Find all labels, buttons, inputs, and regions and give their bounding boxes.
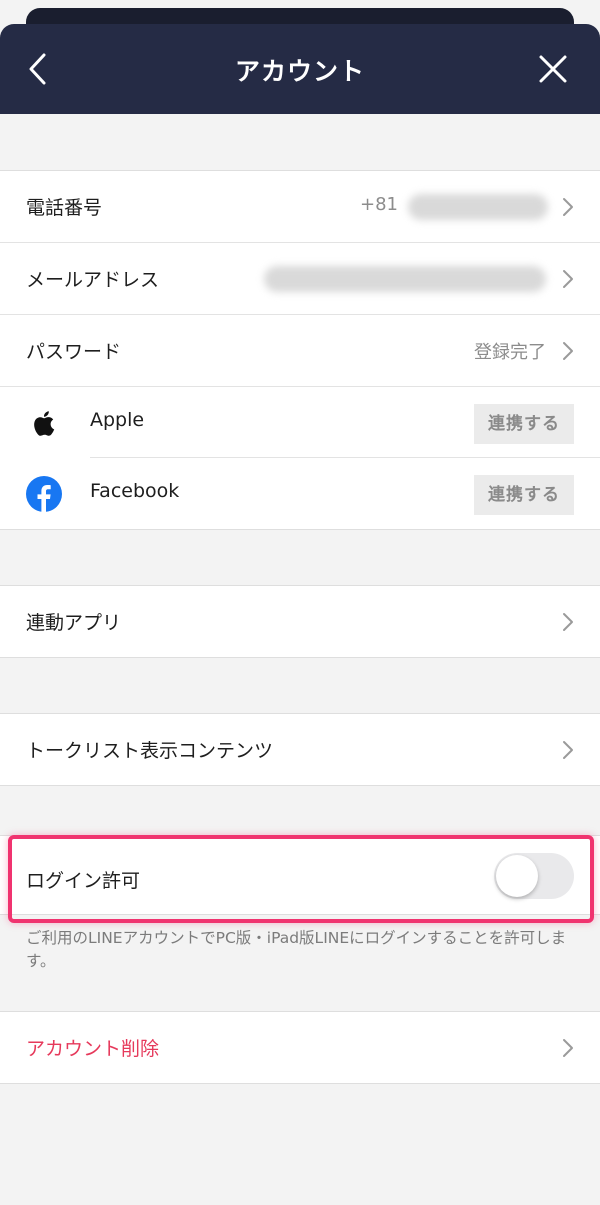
talk-list-content-label: トークリスト表示コンテンツ — [26, 740, 274, 762]
facebook-link-button[interactable]: 連携する — [474, 475, 574, 515]
linked-apps-row[interactable]: 連動アプリ — [0, 586, 600, 657]
apple-logo-icon — [34, 411, 55, 436]
delete-account-label: アカウント削除 — [26, 1038, 160, 1060]
linked-apps-group: 連動アプリ — [0, 585, 600, 658]
password-status: 登録完了 — [474, 342, 546, 363]
password-row[interactable]: パスワード 登録完了 — [0, 315, 600, 387]
email-label: メールアドレス — [26, 269, 160, 291]
chevron-right-icon — [563, 1039, 573, 1057]
phone-number-prefix: +81 — [360, 194, 398, 215]
highlight-box — [8, 835, 594, 923]
phone-number-row[interactable]: 電話番号 +81 — [0, 171, 600, 243]
facebook-label: Facebook — [90, 480, 180, 502]
delete-account-group: アカウント削除 — [0, 1011, 600, 1084]
chevron-right-icon — [563, 270, 573, 288]
chevron-right-icon — [563, 198, 573, 216]
account-info-group: 電話番号 +81 メールアドレス パスワード 登録完了 Apple 連携する F… — [0, 170, 600, 530]
header-bar: アカウント — [0, 24, 600, 114]
page-title: アカウント — [234, 57, 365, 86]
email-redacted — [264, 266, 546, 292]
chevron-right-icon — [563, 741, 573, 759]
close-icon[interactable] — [536, 52, 570, 86]
password-label: パスワード — [26, 341, 122, 363]
phone-number-redacted — [408, 194, 548, 220]
talk-list-group: トークリスト表示コンテンツ — [0, 713, 600, 786]
facebook-logo-icon — [26, 476, 62, 512]
talk-list-content-row[interactable]: トークリスト表示コンテンツ — [0, 714, 600, 785]
chevron-right-icon — [563, 342, 573, 360]
linked-apps-label: 連動アプリ — [26, 612, 122, 634]
apple-label: Apple — [90, 409, 145, 431]
apple-row: Apple 連携する — [0, 387, 600, 458]
apple-link-button[interactable]: 連携する — [474, 404, 574, 444]
facebook-row: Facebook 連携する — [0, 458, 600, 529]
email-row[interactable]: メールアドレス — [0, 243, 600, 315]
login-permission-note: ご利用のLINEアカウントでPC版・iPad版LINEにログインすることを許可し… — [26, 929, 567, 970]
phone-number-label: 電話番号 — [26, 197, 103, 219]
delete-account-row[interactable]: アカウント削除 — [0, 1012, 600, 1083]
chevron-right-icon — [563, 613, 573, 631]
